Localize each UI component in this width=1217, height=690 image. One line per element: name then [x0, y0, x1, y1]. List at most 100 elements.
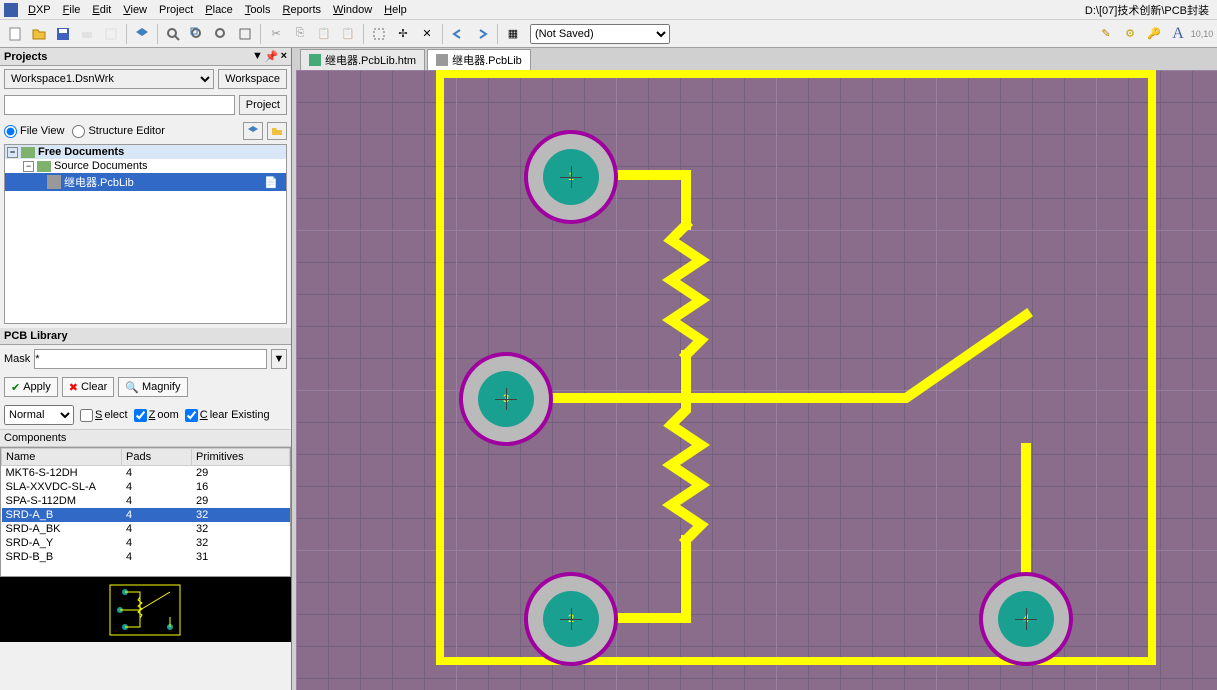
pcblib-header: PCB Library [0, 328, 291, 345]
collapse-icon[interactable]: − [23, 161, 34, 172]
copy-icon[interactable]: ⎘ [289, 23, 311, 45]
zoom-checkbox[interactable]: Zoom [134, 409, 179, 422]
mask-input[interactable] [34, 349, 267, 369]
gear-icon[interactable]: ⚙ [1119, 23, 1141, 45]
panel-pin-icon[interactable]: 📌 [265, 50, 279, 63]
project-button[interactable]: Project [239, 95, 287, 115]
pcblib-panel: PCB Library Mask ▼ ✔ Apply ✖ Clear 🔍 Mag… [0, 328, 291, 690]
project-input[interactable] [4, 95, 235, 115]
projects-header: Projects ▼ 📌 × [0, 48, 291, 66]
menu-view[interactable]: View [117, 2, 153, 18]
cut-icon[interactable]: ✂ [265, 23, 287, 45]
tree-source-documents[interactable]: − Source Documents [5, 159, 286, 173]
tree-folder-icon[interactable] [267, 122, 287, 140]
canvas-area: 继电器.PcbLib.htm 继电器.PcbLib [296, 48, 1217, 690]
zoom-selected-icon[interactable] [210, 23, 232, 45]
workspace-button[interactable]: Workspace [218, 69, 287, 89]
title-path: D:\[07]技术创新\PCB封装 [1085, 2, 1213, 18]
key-icon[interactable]: 🔑 [1143, 23, 1165, 45]
print-icon[interactable] [76, 23, 98, 45]
refresh-icon[interactable] [234, 23, 256, 45]
move-icon[interactable]: ✢ [392, 23, 414, 45]
font-icon[interactable]: A [1167, 23, 1189, 45]
components-header: Components [0, 429, 291, 447]
grid-icon[interactable]: ▦ [502, 23, 524, 45]
open-folder-icon[interactable] [28, 23, 50, 45]
mode-combo[interactable]: Normal [4, 405, 74, 425]
saved-combo[interactable]: (Not Saved) [530, 24, 670, 44]
table-row[interactable]: SRD-A_BK432 [2, 522, 290, 536]
pad-1[interactable]: 1 [524, 130, 618, 224]
clear-button[interactable]: ✖ Clear [62, 377, 115, 397]
pad-3[interactable]: 3 [459, 352, 553, 446]
measure-icon[interactable]: 10,10 [1191, 23, 1213, 45]
traces [296, 70, 1217, 690]
clear-existing-checkbox[interactable]: Clear Existing [185, 409, 270, 422]
tab-pcblib[interactable]: 继电器.PcbLib [427, 49, 531, 70]
tab-htm[interactable]: 继电器.PcbLib.htm [300, 49, 425, 70]
col-primitives[interactable]: Primitives [192, 449, 290, 466]
table-row[interactable]: SRD-A_Y432 [2, 536, 290, 550]
pad-4[interactable]: 4 [979, 572, 1073, 666]
panel-close-icon[interactable]: × [281, 50, 287, 63]
mask-dropdown-icon[interactable]: ▼ [271, 349, 287, 369]
toolbar: ✂ ⎘ 📋 📋 ✢ ✕ ▦ (Not Saved) ✎ ⚙ 🔑 A 10,10 [0, 20, 1217, 48]
pcblib-file-icon [436, 54, 448, 66]
menu-window[interactable]: Window [327, 2, 378, 18]
print-preview-icon[interactable] [100, 23, 122, 45]
menu-file[interactable]: File [57, 2, 87, 18]
menu-reports[interactable]: Reports [277, 2, 328, 18]
table-row[interactable]: MKT6-S-12DH429 [2, 466, 290, 481]
component-preview [0, 577, 291, 642]
document-tabs: 继电器.PcbLib.htm 继电器.PcbLib [296, 48, 1217, 70]
col-pads[interactable]: Pads [122, 449, 192, 466]
apply-button[interactable]: ✔ Apply [4, 377, 58, 397]
pcb-canvas[interactable]: 1 3 2 4 [296, 70, 1217, 690]
compile-icon[interactable] [131, 23, 153, 45]
tree-compile-icon[interactable] [243, 122, 263, 140]
pencil-icon[interactable]: ✎ [1095, 23, 1117, 45]
mask-label: Mask [4, 353, 30, 365]
col-name[interactable]: Name [2, 449, 122, 466]
folder-icon [21, 147, 35, 158]
pad-2[interactable]: 2 [524, 572, 618, 666]
save-icon[interactable] [52, 23, 74, 45]
table-row[interactable]: SPA-S-112DM429 [2, 494, 290, 508]
paste-icon[interactable]: 📋 [313, 23, 335, 45]
redo-icon[interactable] [471, 23, 493, 45]
doc-open-icon: 📄 [264, 176, 278, 189]
menu-edit[interactable]: Edit [86, 2, 117, 18]
zoom-fit-icon[interactable] [162, 23, 184, 45]
select-icon[interactable] [368, 23, 390, 45]
htm-file-icon [309, 54, 321, 66]
tree-free-documents[interactable]: − Free Documents [5, 145, 286, 159]
menubar: DDXPXP File Edit View Project Place Tool… [0, 0, 1217, 20]
deselect-icon[interactable]: ✕ [416, 23, 438, 45]
menu-project[interactable]: Project [153, 2, 199, 18]
paste-special-icon[interactable]: 📋 [337, 23, 359, 45]
new-file-icon[interactable] [4, 23, 26, 45]
structure-editor-radio[interactable]: Structure Editor [72, 125, 164, 138]
table-row[interactable]: SRD-B_B431 [2, 550, 290, 564]
collapse-icon[interactable]: − [7, 147, 18, 158]
project-tree[interactable]: − Free Documents − Source Documents 继电器.… [4, 144, 287, 324]
table-row[interactable]: SLA-XXVDC-SL-A416 [2, 480, 290, 494]
app-logo-icon [4, 3, 18, 17]
table-row[interactable]: SRD-A_B432 [2, 508, 290, 522]
workspace-combo[interactable]: Workspace1.DsnWrk [4, 69, 214, 89]
pcblib-file-icon [47, 175, 61, 189]
projects-panel: Projects ▼ 📌 × Workspace1.DsnWrk Workspa… [0, 48, 291, 328]
folder-icon [37, 161, 51, 172]
menu-tools[interactable]: Tools [239, 2, 277, 18]
components-table[interactable]: Name Pads Primitives MKT6-S-12DH429SLA-X… [0, 447, 291, 577]
menu-help[interactable]: Help [378, 2, 413, 18]
undo-icon[interactable] [447, 23, 469, 45]
file-view-radio[interactable]: File View [4, 125, 64, 138]
tree-file-pcblib[interactable]: 继电器.PcbLib 📄 [5, 173, 286, 191]
menu-dxp[interactable]: DDXPXP [22, 2, 57, 18]
zoom-area-icon[interactable] [186, 23, 208, 45]
magnify-button[interactable]: 🔍 Magnify [118, 377, 187, 397]
menu-place[interactable]: Place [199, 2, 239, 18]
panel-dropdown-icon[interactable]: ▼ [252, 50, 263, 63]
select-checkbox[interactable]: Select [80, 409, 128, 422]
